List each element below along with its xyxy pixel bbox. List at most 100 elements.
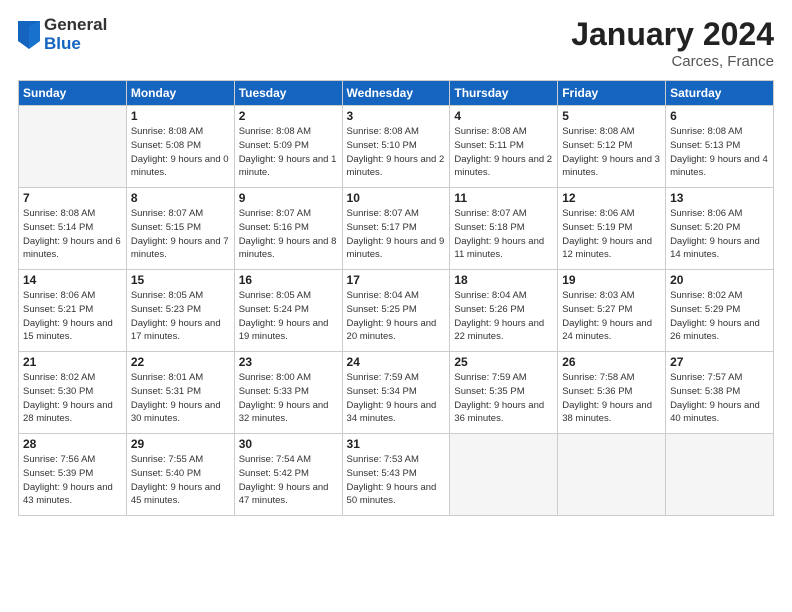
day-number: 8 — [131, 191, 230, 205]
day-detail: Sunrise: 8:02 AMSunset: 5:29 PMDaylight:… — [670, 289, 769, 344]
day-number: 12 — [562, 191, 661, 205]
day-number: 21 — [23, 355, 122, 369]
month-title: January 2024 — [571, 16, 774, 53]
table-row: 11 Sunrise: 8:07 AMSunset: 5:18 PMDayligh… — [450, 188, 558, 270]
table-row: 8 Sunrise: 8:07 AMSunset: 5:15 PMDaylight… — [126, 188, 234, 270]
table-row: 31Sunrise: 7:53 AMSunset: 5:43 PMDayligh… — [342, 434, 450, 516]
day-number: 16 — [239, 273, 338, 287]
header: General Blue January 2024 Carces, France — [18, 16, 774, 70]
day-detail: Sunrise: 7:56 AMSunset: 5:39 PMDaylight:… — [23, 453, 122, 508]
col-friday: Friday — [558, 81, 666, 106]
day-number: 1 — [131, 109, 230, 123]
day-detail: Sunrise: 8:00 AMSunset: 5:33 PMDaylight:… — [239, 371, 338, 426]
day-number: 26 — [562, 355, 661, 369]
day-number: 27 — [670, 355, 769, 369]
table-row: 3 Sunrise: 8:08 AMSunset: 5:10 PMDaylight… — [342, 106, 450, 188]
table-row: 7 Sunrise: 8:08 AMSunset: 5:14 PMDaylight… — [19, 188, 127, 270]
day-detail: Sunrise: 8:06 AMSunset: 5:21 PMDaylight:… — [23, 289, 122, 344]
day-detail: Sunrise: 8:08 AMSunset: 5:10 PMDaylight:… — [347, 125, 446, 180]
day-number: 29 — [131, 437, 230, 451]
day-number: 15 — [131, 273, 230, 287]
day-detail: Sunrise: 8:02 AMSunset: 5:30 PMDaylight:… — [23, 371, 122, 426]
table-row: 14Sunrise: 8:06 AMSunset: 5:21 PMDayligh… — [19, 270, 127, 352]
calendar-header-row: Sunday Monday Tuesday Wednesday Thursday… — [19, 81, 774, 106]
table-row: 28 Sunrise: 7:56 AMSunset: 5:39 PMDayligh… — [19, 434, 127, 516]
table-row: 17 Sunrise: 8:04 AMSunset: 5:25 PMDayligh… — [342, 270, 450, 352]
table-row — [19, 106, 127, 188]
day-detail: Sunrise: 8:08 AMSunset: 5:14 PMDaylight:… — [23, 207, 122, 262]
day-number: 2 — [239, 109, 338, 123]
location: Carces, France — [571, 53, 774, 70]
col-monday: Monday — [126, 81, 234, 106]
day-detail: Sunrise: 8:07 AMSunset: 5:18 PMDaylight:… — [454, 207, 553, 262]
day-number: 10 — [347, 191, 446, 205]
day-number: 31 — [347, 437, 446, 451]
day-number: 3 — [347, 109, 446, 123]
day-detail: Sunrise: 8:06 AMSunset: 5:19 PMDaylight:… — [562, 207, 661, 262]
table-row: 10Sunrise: 8:07 AMSunset: 5:17 PMDayligh… — [342, 188, 450, 270]
day-detail: Sunrise: 7:59 AMSunset: 5:35 PMDaylight:… — [454, 371, 553, 426]
table-row: 4 Sunrise: 8:08 AMSunset: 5:11 PMDaylight… — [450, 106, 558, 188]
table-row: 16 Sunrise: 8:05 AMSunset: 5:24 PMDayligh… — [234, 270, 342, 352]
table-row: 21 Sunrise: 8:02 AMSunset: 5:30 PMDayligh… — [19, 352, 127, 434]
day-number: 17 — [347, 273, 446, 287]
day-number: 13 — [670, 191, 769, 205]
table-row: 23Sunrise: 8:00 AMSunset: 5:33 PMDayligh… — [234, 352, 342, 434]
day-detail: Sunrise: 8:06 AMSunset: 5:20 PMDaylight:… — [670, 207, 769, 262]
table-row: 5 Sunrise: 8:08 AMSunset: 5:12 PMDaylight… — [558, 106, 666, 188]
day-detail: Sunrise: 7:55 AMSunset: 5:40 PMDaylight:… — [131, 453, 230, 508]
day-detail: Sunrise: 8:04 AMSunset: 5:25 PMDaylight:… — [347, 289, 446, 344]
page: General Blue January 2024 Carces, France… — [0, 0, 792, 612]
day-detail: Sunrise: 7:54 AMSunset: 5:42 PMDaylight:… — [239, 453, 338, 508]
day-detail: Sunrise: 8:03 AMSunset: 5:27 PMDaylight:… — [562, 289, 661, 344]
day-detail: Sunrise: 8:08 AMSunset: 5:13 PMDaylight:… — [670, 125, 769, 180]
table-row — [558, 434, 666, 516]
table-row: 29 Sunrise: 7:55 AMSunset: 5:40 PMDayligh… — [126, 434, 234, 516]
table-row: 27 Sunrise: 7:57 AMSunset: 5:38 PMDayligh… — [666, 352, 774, 434]
table-row: 15 Sunrise: 8:05 AMSunset: 5:23 PMDayligh… — [126, 270, 234, 352]
day-detail: Sunrise: 8:08 AMSunset: 5:08 PMDaylight:… — [131, 125, 230, 180]
day-detail: Sunrise: 7:57 AMSunset: 5:38 PMDaylight:… — [670, 371, 769, 426]
day-detail: Sunrise: 8:08 AMSunset: 5:11 PMDaylight:… — [454, 125, 553, 180]
calendar: Sunday Monday Tuesday Wednesday Thursday… — [18, 80, 774, 516]
table-row: 18 Sunrise: 8:04 AMSunset: 5:26 PMDayligh… — [450, 270, 558, 352]
day-number: 19 — [562, 273, 661, 287]
day-detail: Sunrise: 8:07 AMSunset: 5:15 PMDaylight:… — [131, 207, 230, 262]
day-number: 28 — [23, 437, 122, 451]
table-row: 25Sunrise: 7:59 AMSunset: 5:35 PMDayligh… — [450, 352, 558, 434]
day-detail: Sunrise: 8:04 AMSunset: 5:26 PMDaylight:… — [454, 289, 553, 344]
table-row — [450, 434, 558, 516]
day-number: 30 — [239, 437, 338, 451]
day-detail: Sunrise: 8:05 AMSunset: 5:24 PMDaylight:… — [239, 289, 338, 344]
day-number: 11 — [454, 191, 553, 205]
logo-blue: Blue — [44, 35, 107, 54]
day-number: 18 — [454, 273, 553, 287]
day-detail: Sunrise: 8:05 AMSunset: 5:23 PMDaylight:… — [131, 289, 230, 344]
day-number: 9 — [239, 191, 338, 205]
day-detail: Sunrise: 7:59 AMSunset: 5:34 PMDaylight:… — [347, 371, 446, 426]
table-row: 26 Sunrise: 7:58 AMSunset: 5:36 PMDayligh… — [558, 352, 666, 434]
day-detail: Sunrise: 7:58 AMSunset: 5:36 PMDaylight:… — [562, 371, 661, 426]
day-number: 5 — [562, 109, 661, 123]
day-detail: Sunrise: 8:08 AMSunset: 5:12 PMDaylight:… — [562, 125, 661, 180]
day-number: 20 — [670, 273, 769, 287]
day-detail: Sunrise: 8:08 AMSunset: 5:09 PMDaylight:… — [239, 125, 338, 180]
col-thursday: Thursday — [450, 81, 558, 106]
day-detail: Sunrise: 8:01 AMSunset: 5:31 PMDaylight:… — [131, 371, 230, 426]
col-saturday: Saturday — [666, 81, 774, 106]
logo-text: General Blue — [44, 16, 107, 53]
day-number: 7 — [23, 191, 122, 205]
col-sunday: Sunday — [19, 81, 127, 106]
table-row: 30 Sunrise: 7:54 AMSunset: 5:42 PMDayligh… — [234, 434, 342, 516]
table-row: 2 Sunrise: 8:08 AMSunset: 5:09 PMDaylight… — [234, 106, 342, 188]
logo-icon — [18, 21, 40, 49]
table-row: 19 Sunrise: 8:03 AMSunset: 5:27 PMDayligh… — [558, 270, 666, 352]
table-row: 9 Sunrise: 8:07 AMSunset: 5:16 PMDaylight… — [234, 188, 342, 270]
day-detail: Sunrise: 8:07 AMSunset: 5:16 PMDaylight:… — [239, 207, 338, 262]
table-row: 20 Sunrise: 8:02 AMSunset: 5:29 PMDayligh… — [666, 270, 774, 352]
table-row: 24Sunrise: 7:59 AMSunset: 5:34 PMDayligh… — [342, 352, 450, 434]
day-number: 4 — [454, 109, 553, 123]
table-row: 22Sunrise: 8:01 AMSunset: 5:31 PMDayligh… — [126, 352, 234, 434]
title-area: January 2024 Carces, France — [571, 16, 774, 70]
day-number: 6 — [670, 109, 769, 123]
